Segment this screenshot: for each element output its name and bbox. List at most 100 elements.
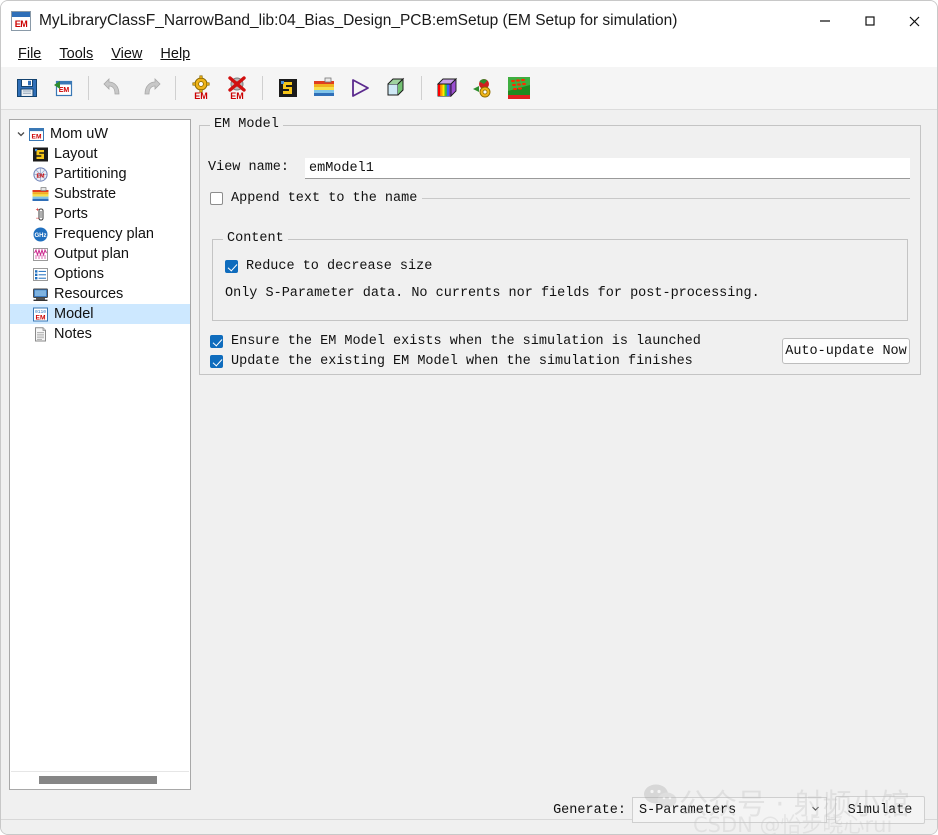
update-model-row[interactable]: Update the existing EM Model when the si… [210, 354, 693, 369]
substrate-button[interactable] [306, 71, 342, 105]
content-group: Content Reduce to decrease size Only S-P… [212, 231, 908, 321]
svg-text:EM: EM [194, 91, 208, 101]
sidebar-item-ports[interactable]: + − Ports [10, 204, 190, 224]
delete-em-icon: EM [228, 76, 246, 101]
em-cosim-button[interactable] [465, 71, 501, 105]
sidebar-item-notes-label: Notes [54, 326, 92, 342]
sidebar-item-substrate-label: Substrate [54, 186, 117, 202]
menu-file-label: File [18, 46, 42, 62]
svg-text:EM: EM [36, 173, 45, 179]
em-settings-button[interactable]: EM [183, 71, 219, 105]
sidebar-item-output-plan[interactable]: Output plan [10, 244, 190, 264]
output-plan-icon [32, 246, 49, 263]
current-plot-icon [508, 77, 530, 99]
layout-icon [32, 146, 49, 163]
sidebar-item-ports-label: Ports [54, 206, 88, 222]
sidebar-item-mom-uw[interactable]: EM Mom uW [10, 124, 190, 144]
mesh-cube-button[interactable] [378, 71, 414, 105]
save-em-setup-button[interactable]: EM [45, 71, 81, 105]
sidebar-item-partitioning-label: Partitioning [54, 166, 127, 182]
content-note: Only S-Parameter data. No currents nor f… [225, 286, 760, 301]
undo-button[interactable] [96, 71, 132, 105]
view-name-label: View name: [208, 160, 290, 175]
ensure-model-checkbox[interactable] [210, 335, 223, 348]
simulate-button[interactable]: Simulate [835, 796, 925, 824]
sidebar-item-substrate[interactable]: Substrate [10, 184, 190, 204]
svg-text:GHz: GHz [35, 233, 47, 239]
maximize-icon[interactable] [847, 1, 892, 41]
sidebar-item-model-label: Model [54, 306, 94, 322]
minimize-icon[interactable] [802, 1, 847, 41]
em-icon-label: EM [14, 18, 28, 29]
append-text-checkbox[interactable] [210, 192, 223, 205]
sidebar-item-partitioning[interactable]: EM Partitioning [10, 164, 190, 184]
simulate-button[interactable] [342, 71, 378, 105]
append-text-rule [422, 198, 910, 199]
ensure-model-row[interactable]: Ensure the EM Model exists when the simu… [210, 334, 701, 349]
sidebar-item-model[interactable]: 0110 EM Model [10, 304, 190, 324]
sidebar-item-layout[interactable]: Layout [10, 144, 190, 164]
setup-tree-panel: EM Mom uW Layout EM Partitioning Substra… [9, 119, 191, 790]
model-settings-panel: EM Model View name: Append text to the n… [197, 117, 929, 790]
view-name-input[interactable] [305, 158, 910, 179]
auto-update-now-label: Auto-update Now [785, 343, 907, 359]
reduce-size-row[interactable]: Reduce to decrease size [225, 259, 432, 274]
substrate-icon [32, 186, 49, 203]
horizontal-scrollbar[interactable] [11, 771, 189, 788]
menu-view-label: View [111, 46, 143, 62]
toolbar-separator [175, 76, 176, 100]
layout-icon [279, 79, 297, 97]
reduce-size-checkbox[interactable] [225, 260, 238, 273]
sidebar-item-options-label: Options [54, 266, 104, 282]
options-list-icon [32, 266, 49, 283]
append-text-row[interactable]: Append text to the name [210, 191, 417, 206]
ports-icon: + − [32, 206, 49, 223]
chevron-down-icon[interactable] [811, 804, 820, 816]
sidebar-item-resources[interactable]: Resources [10, 284, 190, 304]
em-delete-button[interactable]: EM [219, 71, 255, 105]
toolbar-separator [421, 76, 422, 100]
em-model-group-title: EM Model [210, 117, 283, 132]
menu-view[interactable]: View [102, 44, 151, 64]
redo-button[interactable] [132, 71, 168, 105]
em-icon: EM [11, 11, 31, 31]
menu-help-label: Help [160, 46, 191, 62]
rainbow-cube-icon [436, 77, 458, 98]
update-model-checkbox[interactable] [210, 355, 223, 368]
document-icon [32, 326, 49, 343]
menu-help[interactable]: Help [151, 44, 199, 64]
svg-text:EM: EM [230, 91, 244, 101]
bottom-bar: Generate: S-Parameters Simulate [1, 790, 937, 834]
sidebar-item-resources-label: Resources [54, 286, 124, 302]
toolbar-separator [88, 76, 89, 100]
current-visualization-button[interactable] [501, 71, 537, 105]
em-model-icon: 0110 EM [32, 306, 49, 323]
partitioning-icon: EM [32, 166, 49, 183]
layout-button[interactable] [270, 71, 306, 105]
sidebar-item-output-plan-label: Output plan [54, 246, 129, 262]
close-icon[interactable] [892, 1, 937, 41]
update-model-label: Update the existing EM Model when the si… [231, 354, 693, 369]
save-button[interactable] [9, 71, 45, 105]
auto-update-now-button[interactable]: Auto-update Now [782, 338, 910, 364]
undo-arrow-icon [103, 78, 120, 95]
sidebar-item-notes[interactable]: Notes [10, 324, 190, 344]
rainbow-cube-button[interactable] [429, 71, 465, 105]
gear-em-icon: EM [192, 75, 210, 101]
horizontal-scrollbar-thumb[interactable] [39, 776, 157, 784]
generate-select[interactable]: S-Parameters [632, 797, 827, 823]
redo-arrow-icon [144, 78, 161, 95]
menu-tools[interactable]: Tools [50, 44, 102, 64]
menu-file[interactable]: File [9, 44, 50, 64]
sidebar-item-mom-uw-label: Mom uW [50, 126, 108, 142]
em-setup-window: EM MyLibraryClassF_NarrowBand_lib:04_Bia… [0, 0, 938, 835]
window-title: MyLibraryClassF_NarrowBand_lib:04_Bias_D… [39, 12, 678, 29]
em-model-group: EM Model View name: Append text to the n… [199, 117, 921, 375]
reduce-size-label: Reduce to decrease size [246, 259, 433, 274]
chevron-down-icon[interactable] [14, 127, 28, 141]
floppy-disk-icon [17, 79, 37, 97]
sidebar-item-options[interactable]: Options [10, 264, 190, 284]
wireframe-cube-icon [387, 77, 405, 96]
sidebar-item-frequency-plan[interactable]: GHz Frequency plan [10, 224, 190, 244]
ghz-icon: GHz [32, 226, 49, 243]
